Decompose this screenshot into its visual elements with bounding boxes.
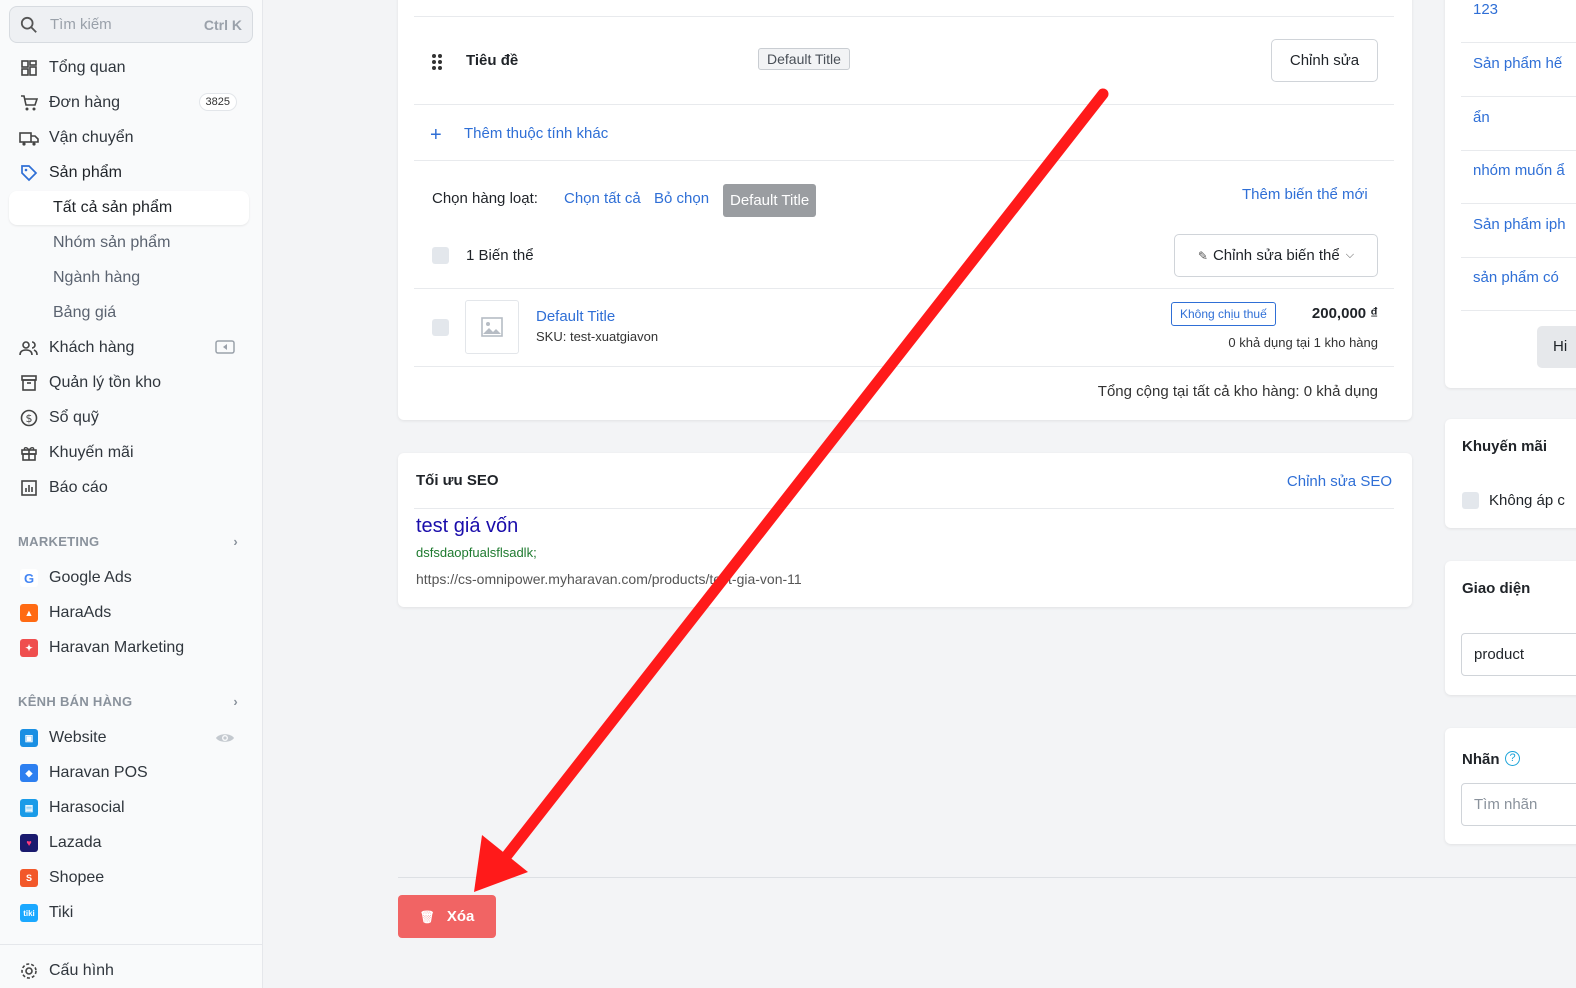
annotation-arrow (474, 88, 1109, 892)
